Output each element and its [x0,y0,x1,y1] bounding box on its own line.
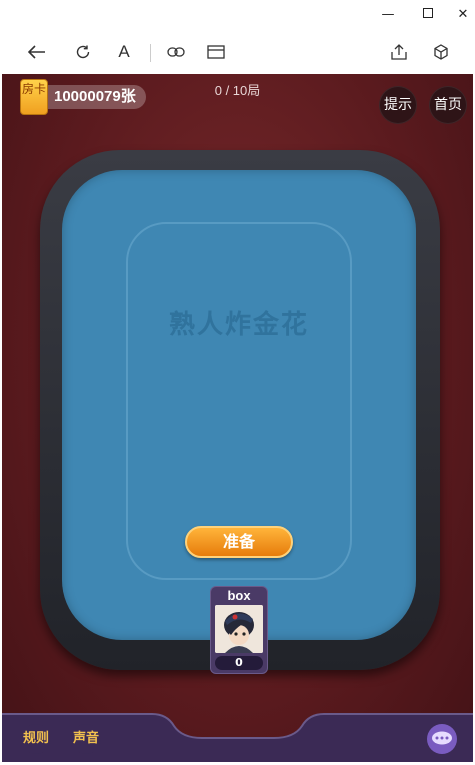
player-seat[interactable]: box 0 [210,586,268,674]
cube-button[interactable] [428,40,454,64]
window-titlebar: — ✕ [0,0,475,30]
table-logo: 熟人炸金花 [168,310,309,340]
game-area: 房卡 10000079张 0 / 10局 提示 首页 熟人炸金花 准备 box … [2,74,473,762]
chat-button[interactable] [427,724,457,754]
avatar-image [215,605,263,653]
player-score: 0 [215,656,263,670]
link-icon [167,47,185,57]
share-icon [391,44,407,60]
room-card-icon: 房卡 [20,79,48,115]
close-button[interactable]: ✕ [453,5,473,25]
copy-link-button[interactable] [163,40,189,64]
sound-button[interactable]: 声音 [71,724,101,754]
share-button[interactable] [386,40,412,64]
minimize-button[interactable]: — [378,5,398,25]
rules-button[interactable]: 规则 [21,724,51,754]
cube-icon [434,44,448,60]
window-mode-button[interactable] [203,40,229,64]
toolbar: A [0,30,475,74]
back-button[interactable] [24,40,50,64]
back-icon [28,45,45,59]
home-button[interactable]: 首页 [429,86,467,124]
ready-button[interactable]: 准备 [185,526,293,558]
chat-icon [432,731,452,745]
refresh-button[interactable] [70,40,96,64]
player-name: box [227,588,251,603]
window-icon [207,45,225,59]
maximize-button[interactable] [418,5,438,25]
font-size-button[interactable]: A [111,40,137,64]
toolbar-divider [150,44,151,62]
refresh-icon [76,45,90,59]
hint-button[interactable]: 提示 [379,86,417,124]
avatar [215,605,263,653]
maximize-icon [423,8,433,18]
